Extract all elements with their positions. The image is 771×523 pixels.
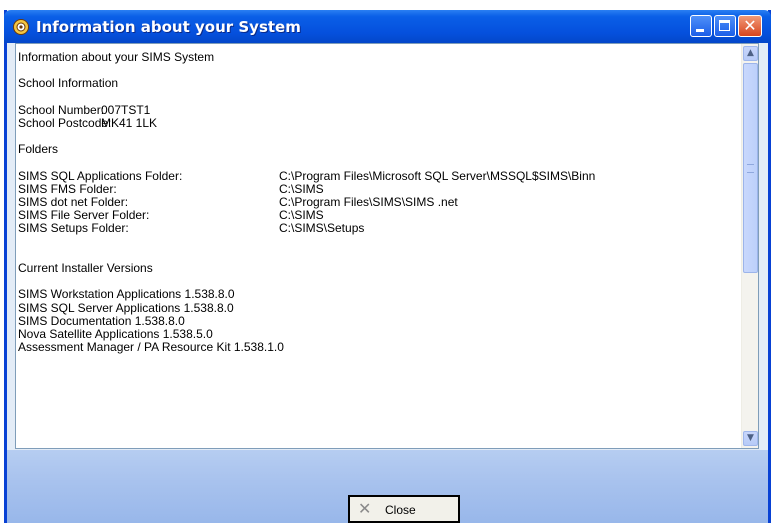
installer-version: SIMS Documentation 1.538.8.0 bbox=[18, 313, 185, 328]
vertical-scrollbar[interactable]: ▲ ▼ bbox=[741, 44, 758, 448]
scroll-up-button[interactable]: ▲ bbox=[743, 46, 758, 61]
school-section-heading: School Information bbox=[18, 76, 119, 91]
installer-version: Assessment Manager / PA Resource Kit 1.5… bbox=[18, 340, 284, 355]
school-number-value: 007TST1 bbox=[101, 102, 151, 117]
close-button[interactable]: ✕ Close bbox=[348, 495, 460, 523]
close-icon: ✕ bbox=[743, 16, 757, 35]
chevron-down-icon: ▼ bbox=[747, 433, 754, 443]
window-title: Information about your System bbox=[36, 18, 301, 36]
minimize-button[interactable] bbox=[690, 15, 712, 37]
scroll-thumb[interactable] bbox=[743, 63, 758, 273]
school-number-row: School Number: 007TST1 bbox=[18, 102, 284, 117]
folder-label: SIMS Setups Folder: bbox=[18, 221, 129, 236]
close-x-icon: ✕ bbox=[358, 499, 372, 518]
school-postcode-row: School Postcode: MK41 1LK bbox=[18, 115, 284, 130]
maximize-icon bbox=[719, 20, 730, 31]
title-bar[interactable]: Information about your System ✕ bbox=[4, 10, 771, 43]
chevron-up-icon: ▲ bbox=[747, 48, 754, 58]
grip-icon bbox=[747, 164, 754, 173]
folder-label: SIMS SQL Applications Folder: bbox=[18, 168, 183, 183]
school-number-label: School Number: bbox=[18, 102, 105, 117]
close-button-label: Close bbox=[385, 503, 416, 517]
folder-path: C:\Program Files\Microsoft SQL Server\MS… bbox=[279, 168, 596, 183]
minimize-icon bbox=[696, 29, 704, 32]
folder-row: SIMS Setups Folder: C:\SIMS\Setups bbox=[18, 221, 364, 236]
info-heading: Information about your SIMS System bbox=[18, 50, 215, 64]
dialog-footer: ✕ Close bbox=[7, 450, 768, 523]
folder-path: C:\SIMS\Setups bbox=[279, 221, 365, 236]
folder-row: SIMS SQL Applications Folder: C:\Program… bbox=[18, 168, 595, 183]
installer-version: SIMS SQL Server Applications 1.538.8.0 bbox=[18, 300, 234, 315]
folders-section-heading: Folders bbox=[18, 142, 59, 157]
gear-icon bbox=[13, 19, 29, 35]
installer-section-heading: Current Installer Versions bbox=[18, 261, 153, 275]
installer-version: SIMS Workstation Applications 1.538.8.0 bbox=[18, 287, 235, 302]
window-close-button[interactable]: ✕ bbox=[738, 15, 762, 37]
maximize-button[interactable] bbox=[714, 15, 736, 37]
info-text: Information about your SIMS System Schoo… bbox=[18, 50, 595, 355]
dialog-window: Information about your System ✕ Informat… bbox=[4, 10, 771, 523]
scroll-down-button[interactable]: ▼ bbox=[743, 431, 758, 446]
school-postcode-value: MK41 1LK bbox=[101, 115, 158, 130]
school-postcode-label: School Postcode: bbox=[18, 115, 112, 130]
info-text-area[interactable]: Information about your SIMS System Schoo… bbox=[15, 43, 759, 449]
